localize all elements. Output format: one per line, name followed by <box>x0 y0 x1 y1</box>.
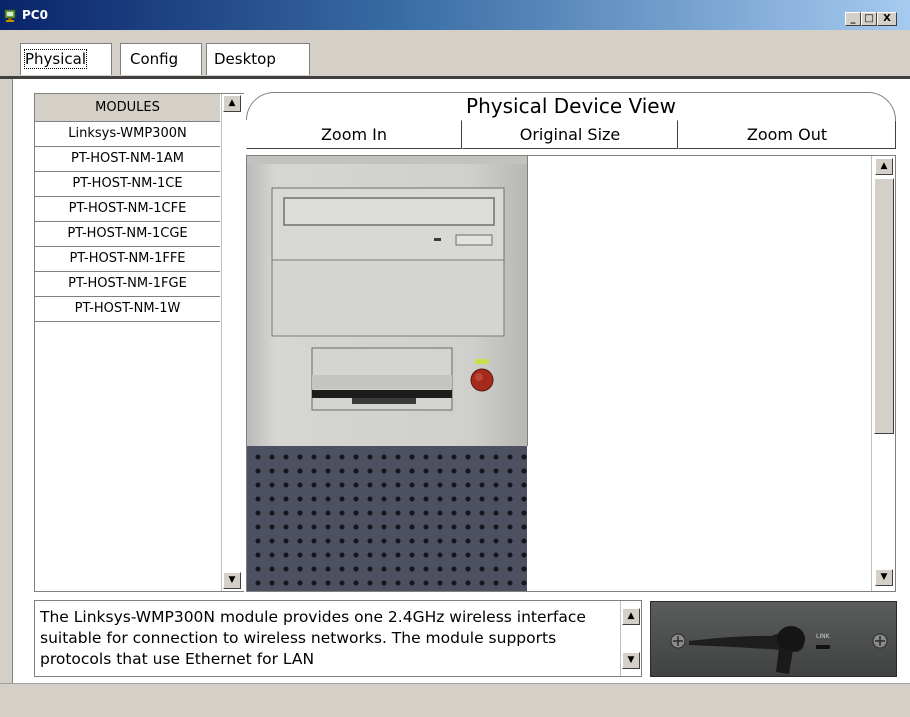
device-viewport[interactable]: ▲ ▼ <box>246 155 896 592</box>
module-image[interactable]: LINK <box>650 601 897 677</box>
arrow-down-icon[interactable]: ▼ <box>875 569 893 586</box>
viewport-scroll-thumb[interactable] <box>874 178 894 434</box>
pc-icon <box>4 9 16 22</box>
module-description[interactable]: The Linksys-WMP300N module provides one … <box>34 600 642 677</box>
close-icon: X <box>883 13 891 24</box>
minimize-button[interactable]: _ <box>845 12 861 26</box>
module-description-text: The Linksys-WMP300N module provides one … <box>40 608 586 668</box>
modules-list: MODULES Linksys-WMP300N PT-HOST-NM-1AM P… <box>34 93 244 592</box>
modules-scrollbar[interactable]: ▲ ▼ <box>221 94 244 591</box>
arrow-down-icon[interactable]: ▼ <box>622 652 640 669</box>
module-item[interactable]: PT-HOST-NM-1W <box>35 297 220 322</box>
arrow-up-icon[interactable]: ▲ <box>223 95 241 112</box>
modules-header[interactable]: MODULES <box>35 94 220 122</box>
tab-physical[interactable]: Physical <box>20 43 112 75</box>
zoom-in-button[interactable]: Zoom In <box>246 120 462 149</box>
title-bar[interactable]: PC0 _ □ X <box>0 0 910 30</box>
arrow-down-icon[interactable]: ▼ <box>223 572 241 589</box>
tab-config[interactable]: Config <box>120 43 202 75</box>
module-item[interactable]: PT-HOST-NM-1CE <box>35 172 220 197</box>
description-scrollbar[interactable]: ▲ ▼ <box>620 601 641 676</box>
pc-tower-image <box>247 156 528 446</box>
viewport-scrollbar[interactable]: ▲ ▼ <box>871 156 895 591</box>
module-item[interactable]: PT-HOST-NM-1CFE <box>35 197 220 222</box>
module-item[interactable]: PT-HOST-NM-1CGE <box>35 222 220 247</box>
original-size-button[interactable]: Original Size <box>462 120 678 149</box>
link-led <box>816 645 830 649</box>
module-item[interactable]: Linksys-WMP300N <box>35 122 220 147</box>
tab-desktop-label: Desktop <box>214 50 276 68</box>
tab-physical-label: Physical <box>23 49 88 69</box>
wireless-module-image <box>670 626 888 674</box>
window-title: PC0 <box>22 8 48 22</box>
arrow-up-icon[interactable]: ▲ <box>875 158 893 175</box>
zoom-toolbar: Zoom In Original Size Zoom Out <box>246 120 896 149</box>
tab-desktop[interactable]: Desktop <box>206 43 310 75</box>
tab-config-label: Config <box>130 50 179 68</box>
maximize-button[interactable]: □ <box>861 12 877 26</box>
module-item[interactable]: PT-HOST-NM-1FGE <box>35 272 220 297</box>
minimize-icon: _ <box>850 13 856 24</box>
module-item[interactable]: PT-HOST-NM-1FFE <box>35 247 220 272</box>
close-button[interactable]: X <box>877 12 897 26</box>
module-item[interactable]: PT-HOST-NM-1AM <box>35 147 220 172</box>
arrow-up-icon[interactable]: ▲ <box>622 608 640 625</box>
status-bar <box>0 683 910 717</box>
zoom-out-button[interactable]: Zoom Out <box>678 120 896 149</box>
device-view-title: Physical Device View <box>246 92 896 120</box>
pc-front-panel <box>247 156 527 411</box>
pc-vent-grill <box>247 446 527 591</box>
link-label: LINK <box>816 633 830 640</box>
maximize-icon: □ <box>864 13 874 24</box>
